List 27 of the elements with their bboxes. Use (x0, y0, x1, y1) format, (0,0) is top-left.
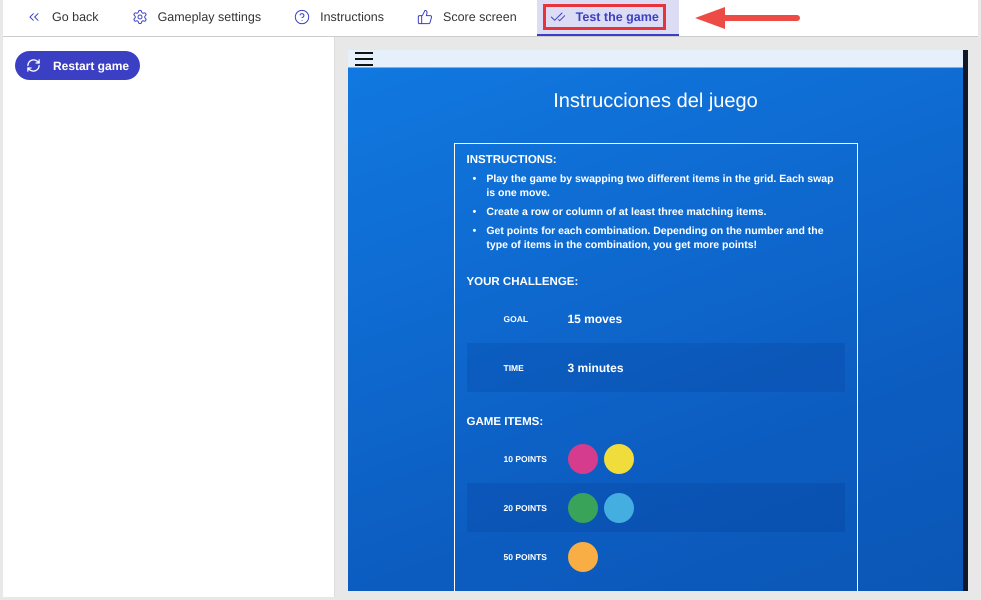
bullet: • (472, 205, 476, 219)
instruction-text: Play the game by swapping two different items in the grid. Each swap is one move. (486, 172, 835, 200)
menu-icon[interactable] (355, 52, 373, 66)
tab[interactable]: Test the game (542, 4, 666, 30)
tab[interactable]: Score screen (410, 4, 524, 30)
restart-button[interactable]: Restart game (15, 51, 140, 80)
game-title: Instrucciones del juego (553, 90, 758, 113)
section-heading: INSTRUCTIONS: (466, 154, 558, 166)
points-label: 10 POINTS (504, 454, 548, 464)
challenge-value: 3 minutes (568, 360, 624, 374)
instruction-text: Get points for each combination. Depending on the number and the type of items in the combination, you get more points! (486, 224, 825, 252)
help-icon (294, 9, 310, 25)
settings-icon (132, 9, 148, 25)
refresh-icon (26, 58, 41, 73)
section-heading: GAME ITEMS: (466, 416, 544, 428)
challenge-label: GOAL (504, 314, 530, 324)
instruction-text: Create a row or column of at least three matching items. (486, 205, 766, 219)
bullet: • (472, 224, 476, 238)
tab[interactable]: Instructions (287, 4, 392, 30)
challenge-label: TIME (504, 362, 525, 372)
section-heading: YOUR CHALLENGE: (466, 276, 580, 288)
challenge-value: 15 moves (568, 312, 622, 326)
tab[interactable]: Gameplay settings (124, 4, 268, 30)
points-label: 50 POINTS (504, 552, 548, 562)
bullet: • (472, 172, 476, 186)
tab[interactable]: Go back (19, 4, 106, 30)
points-label: 20 POINTS (504, 502, 548, 512)
